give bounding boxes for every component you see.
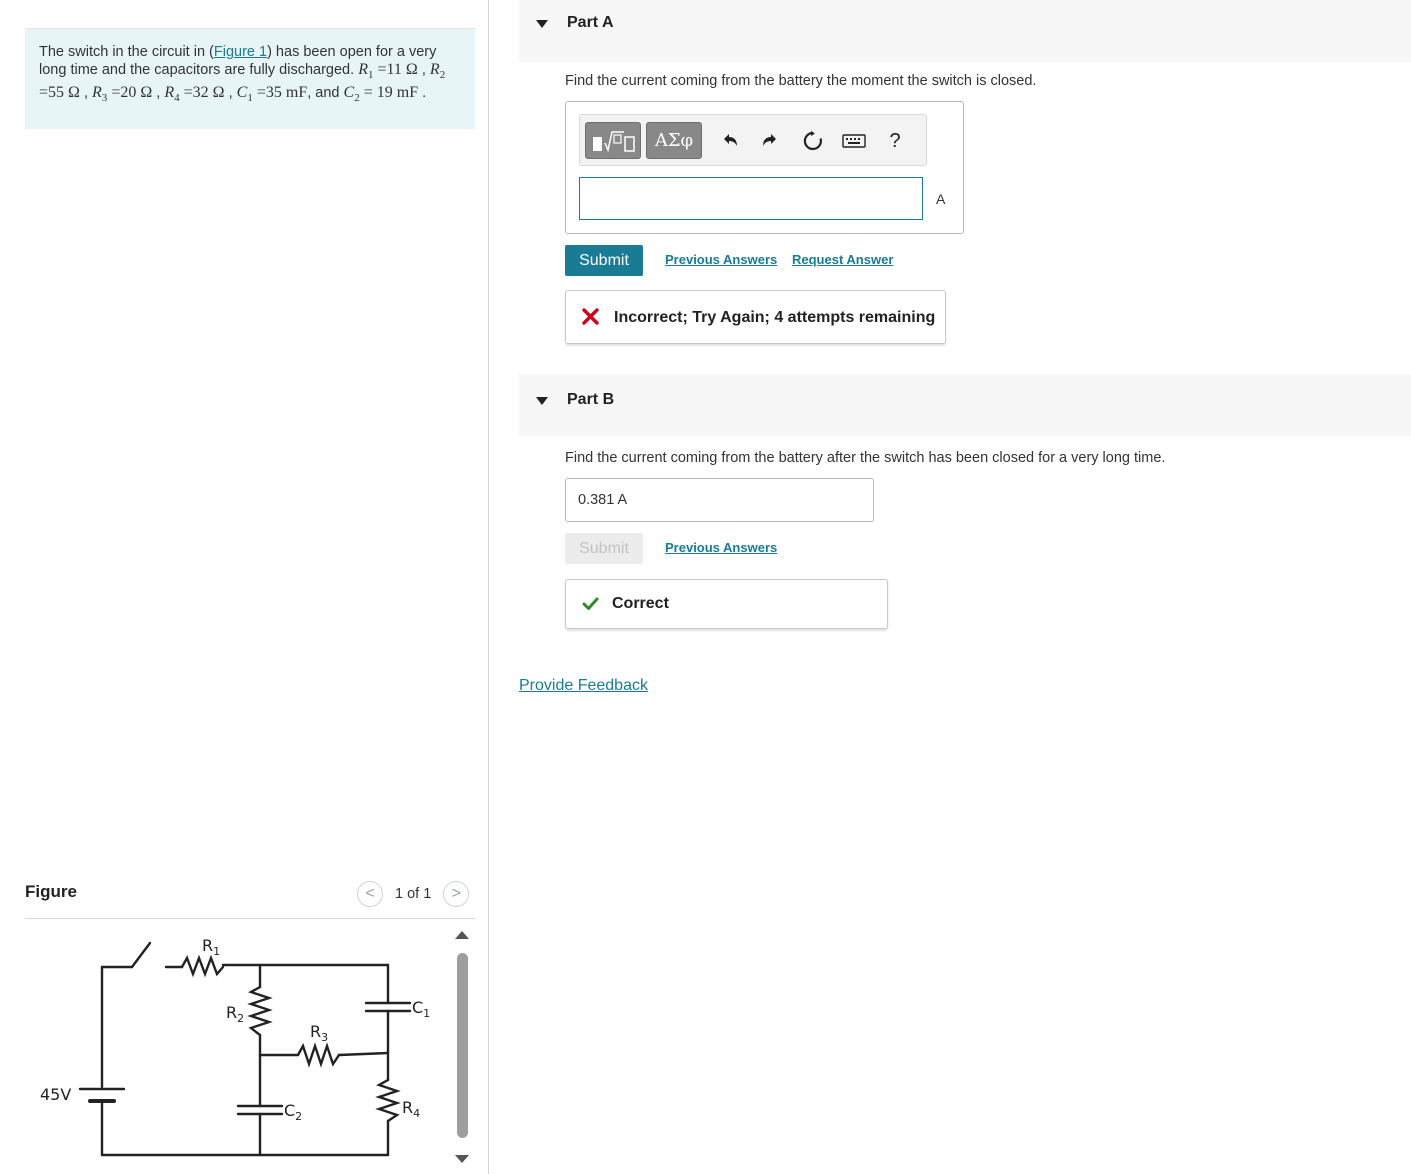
request-answer-link[interactable]: Request Answer	[792, 252, 893, 267]
and-text: , and	[307, 85, 340, 102]
redo-icon[interactable]	[757, 127, 785, 155]
problem-statement: The switch in the circuit in (Figure 1) …	[25, 28, 475, 129]
collapse-arrow-icon[interactable]	[536, 20, 548, 28]
c1-symbol: C1	[236, 84, 253, 105]
r1-label: R1	[202, 936, 220, 958]
part-a-prompt: Find the current coming from the battery…	[565, 73, 1037, 89]
reset-icon[interactable]	[799, 127, 827, 155]
math-toolbar: ΑΣφ ?	[579, 114, 927, 166]
undo-icon[interactable]	[715, 127, 743, 155]
part-b-title: Part B	[567, 391, 615, 408]
r3-label: R3	[310, 1022, 328, 1044]
part-a-feedback: Incorrect; Try Again; 4 attempts remaini…	[565, 290, 946, 344]
c1-value: =35 mF	[256, 84, 308, 102]
r2-label: R2	[226, 1003, 244, 1025]
c2-equals: =	[363, 84, 373, 102]
circuit-diagram: 45V R1 R2 R3 R4 C1 C2	[40, 936, 430, 1157]
part-b-answer-display: 0.381 A	[565, 478, 874, 522]
chevron-right-icon: >	[451, 885, 461, 902]
problem-text-1: The switch in the circuit in (	[39, 44, 214, 60]
part-b-answer-value: 0.381 A	[578, 492, 628, 508]
r1-symbol: R1	[358, 61, 374, 82]
r4-label: R4	[402, 1098, 420, 1120]
part-a-header[interactable]: Part A	[519, 0, 1411, 62]
part-a-answer-input[interactable]	[579, 177, 923, 220]
templates-button[interactable]	[585, 122, 641, 159]
r3-value: =20 Ω	[111, 84, 153, 102]
figure-divider	[25, 918, 475, 919]
c2-symbol: C2	[343, 84, 360, 105]
scroll-down-arrow-icon[interactable]	[455, 1155, 469, 1163]
r4-value: =32 Ω	[183, 84, 225, 102]
c2-value: 19 mF	[376, 84, 419, 102]
part-a-unit: A	[936, 191, 946, 207]
figure-scrollbar[interactable]	[457, 953, 468, 1138]
part-b-prompt: Find the current coming from the battery…	[565, 450, 1166, 466]
pager-text: 1 of 1	[395, 886, 432, 902]
chevron-left-icon: <	[365, 885, 375, 902]
part-b-submit-button: Submit	[565, 533, 643, 564]
figure-pager: < 1 of 1 >	[357, 880, 470, 908]
part-a-answer-panel: ΑΣφ ? A	[565, 101, 964, 234]
part-a-title: Part A	[567, 14, 614, 31]
r3-symbol: R3	[92, 84, 108, 105]
right-pane: Part A Find the current coming from the …	[490, 0, 1411, 1174]
battery-label: 45V	[40, 1085, 71, 1104]
scroll-up-arrow-icon[interactable]	[455, 931, 469, 939]
part-b-feedback: Correct	[565, 579, 888, 629]
r2-value: =55 Ω	[39, 84, 80, 102]
r4-symbol: R4	[164, 84, 180, 105]
part-a-previous-answers-link[interactable]: Previous Answers	[665, 252, 777, 267]
help-button[interactable]: ?	[881, 127, 909, 155]
figure-title: Figure	[25, 882, 77, 901]
keyboard-icon[interactable]	[840, 127, 868, 155]
prev-figure-button[interactable]: <	[357, 881, 383, 907]
r1-value: =11 Ω	[377, 61, 418, 78]
next-figure-button[interactable]: >	[443, 881, 470, 907]
part-a-submit-button[interactable]: Submit	[565, 245, 643, 276]
figure-link[interactable]: Figure 1	[214, 44, 267, 60]
part-b-previous-answers-link[interactable]: Previous Answers	[665, 540, 777, 555]
part-a-feedback-text: Incorrect; Try Again; 4 attempts remaini…	[614, 309, 936, 326]
part-b-feedback-text: Correct	[612, 595, 669, 612]
provide-feedback-link[interactable]: Provide Feedback	[519, 677, 648, 695]
c2-label: C2	[284, 1101, 302, 1123]
checkmark-icon	[582, 597, 599, 610]
incorrect-x-icon	[582, 308, 599, 325]
c1-label: C1	[412, 998, 430, 1020]
greek-symbols-button[interactable]: ΑΣφ	[646, 122, 702, 159]
r2-symbol: R2	[429, 61, 446, 82]
templates-icon	[593, 130, 635, 152]
part-b-header[interactable]: Part B	[519, 374, 1411, 436]
collapse-arrow-icon[interactable]	[536, 397, 548, 405]
left-pane: The switch in the circuit in (Figure 1) …	[0, 0, 489, 1174]
